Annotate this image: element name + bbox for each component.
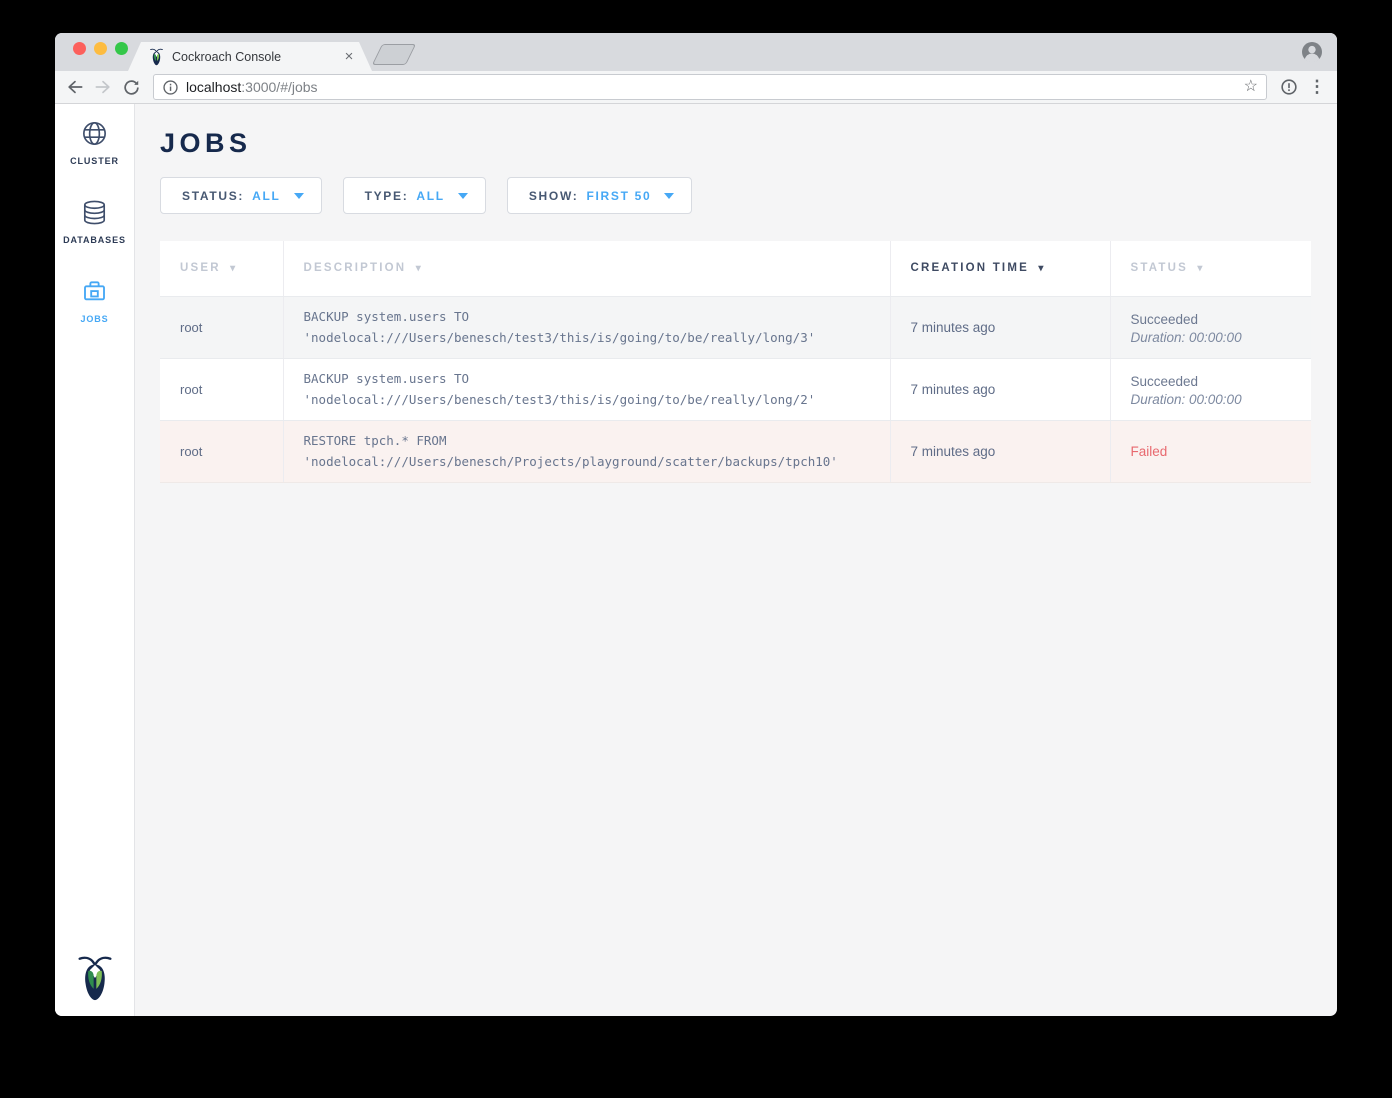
column-header-status[interactable]: STATUS ▾ bbox=[1110, 241, 1311, 296]
job-user: root bbox=[160, 420, 283, 482]
job-description: BACKUP system.users TO 'nodelocal:///Use… bbox=[283, 296, 890, 358]
url-path: :3000/#/jobs bbox=[241, 79, 317, 95]
status-text: Succeeded bbox=[1131, 372, 1312, 392]
sidebar-item-databases[interactable]: DATABASES bbox=[63, 197, 126, 245]
address-bar[interactable]: localhost:3000/#/jobs ☆ bbox=[153, 74, 1267, 100]
status-filter-dropdown[interactable]: STATUS: ALL bbox=[160, 177, 322, 214]
table-row: root BACKUP system.users TO 'nodelocal:/… bbox=[160, 296, 1311, 358]
job-user: root bbox=[160, 296, 283, 358]
browser-toolbar: localhost:3000/#/jobs ☆ ⋮ bbox=[55, 71, 1337, 104]
column-header-creation-time[interactable]: CREATION TIME ▾ bbox=[890, 241, 1110, 296]
cockroach-logo-icon bbox=[75, 952, 115, 1002]
jobs-table: USER ▾ DESCRIPTION ▾ CREATION TIME ▾ STA… bbox=[160, 241, 1311, 483]
sort-caret-icon: ▾ bbox=[230, 263, 237, 274]
bookmark-star-icon[interactable]: ☆ bbox=[1244, 79, 1258, 95]
sidebar-item-label: DATABASES bbox=[63, 235, 126, 245]
sidebar-item-label: JOBS bbox=[80, 314, 108, 324]
table-row: root BACKUP system.users TO 'nodelocal:/… bbox=[160, 358, 1311, 420]
job-creation-time: 7 minutes ago bbox=[890, 420, 1110, 482]
sidebar: CLUSTER DATABASES bbox=[55, 104, 135, 1016]
minimize-window-button[interactable] bbox=[94, 42, 107, 55]
job-creation-time: 7 minutes ago bbox=[890, 358, 1110, 420]
filter-value: ALL bbox=[416, 189, 444, 203]
sidebar-item-label: CLUSTER bbox=[70, 156, 119, 166]
chevron-down-icon bbox=[294, 193, 304, 199]
sort-caret-icon: ▾ bbox=[416, 263, 423, 274]
status-duration: Duration: 00:00:00 bbox=[1131, 392, 1312, 407]
job-description: BACKUP system.users TO 'nodelocal:///Use… bbox=[283, 358, 890, 420]
column-header-description[interactable]: DESCRIPTION ▾ bbox=[283, 241, 890, 296]
close-window-button[interactable] bbox=[73, 42, 86, 55]
reload-icon[interactable] bbox=[119, 75, 143, 99]
maximize-window-button[interactable] bbox=[115, 42, 128, 55]
job-user: root bbox=[160, 358, 283, 420]
table-header-row: USER ▾ DESCRIPTION ▾ CREATION TIME ▾ STA… bbox=[160, 241, 1311, 296]
profile-avatar-icon[interactable] bbox=[1300, 40, 1324, 64]
new-tab-button[interactable] bbox=[372, 44, 416, 65]
menu-kebab-icon[interactable]: ⋮ bbox=[1305, 75, 1329, 99]
page-info-icon[interactable] bbox=[162, 79, 179, 96]
job-status: Succeeded Duration: 00:00:00 bbox=[1110, 296, 1311, 358]
app-content: CLUSTER DATABASES bbox=[55, 104, 1337, 1016]
back-icon[interactable] bbox=[63, 75, 87, 99]
status-text: Failed bbox=[1131, 444, 1312, 459]
traffic-lights bbox=[73, 42, 128, 55]
sidebar-item-jobs[interactable]: JOBS bbox=[79, 276, 110, 324]
globe-icon bbox=[79, 118, 110, 149]
tab-title: Cockroach Console bbox=[172, 50, 340, 64]
filter-value: ALL bbox=[252, 189, 280, 203]
extension-icon[interactable] bbox=[1277, 75, 1301, 99]
chevron-down-icon bbox=[664, 193, 674, 199]
url-text[interactable]: localhost:3000/#/jobs bbox=[186, 79, 1237, 95]
column-header-user[interactable]: USER ▾ bbox=[160, 241, 283, 296]
filter-value: FIRST 50 bbox=[586, 189, 651, 203]
table-row: root RESTORE tpch.* FROM 'nodelocal:///U… bbox=[160, 420, 1311, 482]
status-text: Succeeded bbox=[1131, 310, 1312, 330]
filter-label: TYPE: bbox=[365, 189, 409, 203]
page-title: JOBS bbox=[160, 128, 1311, 159]
job-creation-time: 7 minutes ago bbox=[890, 296, 1110, 358]
filter-bar: STATUS: ALL TYPE: ALL SHOW: FIRST 50 bbox=[160, 177, 1311, 214]
type-filter-dropdown[interactable]: TYPE: ALL bbox=[343, 177, 486, 214]
status-duration: Duration: 00:00:00 bbox=[1131, 330, 1312, 345]
job-status: Succeeded Duration: 00:00:00 bbox=[1110, 358, 1311, 420]
filter-label: SHOW: bbox=[529, 189, 579, 203]
forward-icon[interactable] bbox=[91, 75, 115, 99]
browser-tab[interactable]: Cockroach Console × bbox=[128, 42, 372, 71]
main-content: JOBS STATUS: ALL TYPE: ALL SHOW: FIRST 5… bbox=[135, 104, 1337, 1016]
briefcase-icon bbox=[79, 276, 110, 307]
database-icon bbox=[79, 197, 110, 228]
tab-strip: Cockroach Console × bbox=[55, 33, 1337, 71]
sort-caret-icon: ▾ bbox=[1197, 263, 1204, 274]
filter-label: STATUS: bbox=[182, 189, 244, 203]
show-filter-dropdown[interactable]: SHOW: FIRST 50 bbox=[507, 177, 693, 214]
job-status: Failed bbox=[1110, 420, 1311, 482]
sidebar-item-cluster[interactable]: CLUSTER bbox=[70, 118, 119, 166]
url-host: localhost bbox=[186, 79, 241, 95]
browser-window: Cockroach Console × bbox=[55, 33, 1337, 1016]
cockroach-favicon-icon bbox=[149, 47, 164, 66]
tab-close-icon[interactable]: × bbox=[340, 48, 358, 66]
sort-caret-icon: ▾ bbox=[1038, 263, 1045, 274]
chevron-down-icon bbox=[458, 193, 468, 199]
job-description: RESTORE tpch.* FROM 'nodelocal:///Users/… bbox=[283, 420, 890, 482]
